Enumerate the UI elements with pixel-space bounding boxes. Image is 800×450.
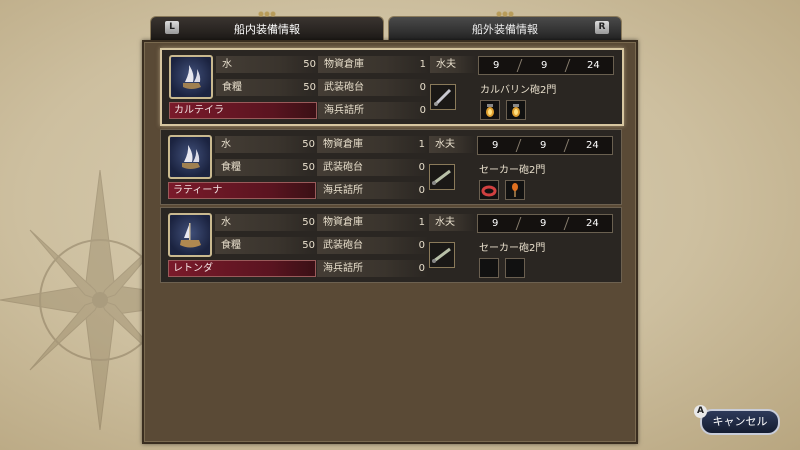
ship-card[interactable]: レトンダ 水 50 食糧 50 物資倉庫 1 武装砲台 0 海兵詰所 0 水夫 … (160, 207, 622, 283)
red-ring-icon[interactable] (479, 180, 499, 200)
ship-name: カルテイラ (169, 102, 317, 119)
sailors-max: 24 (587, 60, 600, 71)
food-value: 50 (303, 82, 316, 93)
storage-value: 1 (419, 59, 426, 70)
tab-outer-equipment[interactable]: 船外装備情報 R (388, 11, 622, 41)
empty-slot[interactable] (505, 258, 525, 278)
marines-label: 海兵詰所 (323, 185, 363, 196)
water-label: 水 (221, 139, 231, 150)
weapon-label: カルバリン砲2門 (480, 85, 557, 96)
sailors-max: 24 (586, 218, 599, 229)
storage-row: 物資倉庫 1 (318, 56, 430, 73)
l-button-icon: L (165, 21, 179, 34)
storage-label: 物資倉庫 (324, 59, 364, 70)
torch-icon[interactable] (505, 180, 525, 200)
armament-row: 武装砲台 0 (318, 79, 430, 96)
cancel-label: キャンセル (712, 415, 768, 428)
storage-row: 物資倉庫 1 (317, 214, 429, 231)
marines-row: 海兵詰所 0 (317, 260, 429, 277)
cannon-icon[interactable] (429, 164, 455, 190)
sailors-current: 9 (540, 218, 547, 229)
tab-ornament-icon (258, 11, 276, 17)
sailing-ship-icon (169, 55, 213, 99)
sailors-counts: 9 9 24 (478, 56, 614, 75)
r-button-icon: R (595, 21, 609, 34)
sailors-min: 9 (492, 218, 499, 229)
sailors-row: 水夫 (429, 136, 475, 153)
lantern-icon[interactable] (506, 100, 526, 120)
storage-value: 1 (418, 217, 425, 228)
armament-label: 武装砲台 (323, 162, 363, 173)
sailors-label: 水夫 (435, 217, 455, 228)
sailors-min: 9 (493, 60, 500, 71)
food-row: 食糧 50 (215, 237, 319, 254)
water-row: 水 50 (215, 136, 319, 153)
sailors-current: 9 (540, 140, 547, 151)
storage-value: 1 (418, 139, 425, 150)
cannon-icon[interactable] (430, 84, 456, 110)
sailors-counts: 9 9 24 (477, 214, 613, 233)
sailors-counts: 9 9 24 (477, 136, 613, 155)
marines-label: 海兵詰所 (323, 263, 363, 274)
food-value: 50 (302, 162, 315, 173)
tab-inner-label: 船内装備情報 (234, 23, 300, 36)
marines-row: 海兵詰所 0 (317, 182, 429, 199)
sailors-current: 9 (541, 60, 548, 71)
water-row: 水 50 (216, 56, 320, 73)
weapon-label: セーカー砲2門 (479, 243, 546, 254)
weapon-label: セーカー砲2門 (479, 165, 546, 176)
ship-name: レトンダ (168, 260, 316, 277)
food-label: 食糧 (221, 162, 241, 173)
ship-name: ラティーナ (168, 182, 316, 199)
armament-row: 武装砲台 0 (317, 159, 429, 176)
tab-ornament-icon (496, 11, 514, 17)
water-label: 水 (221, 217, 231, 228)
food-row: 食糧 50 (216, 79, 320, 96)
cannon-icon[interactable] (429, 242, 455, 268)
water-label: 水 (222, 59, 232, 70)
empty-slot[interactable] (479, 258, 499, 278)
food-label: 食糧 (221, 240, 241, 251)
lantern-icon[interactable] (480, 100, 500, 120)
ship-card[interactable]: カルテイラ 水 50 食糧 50 物資倉庫 1 武装砲台 0 海兵詰所 0 水夫… (160, 48, 624, 126)
water-value: 50 (302, 217, 315, 228)
armament-label: 武装砲台 (323, 240, 363, 251)
cancel-button[interactable]: キャンセル (700, 409, 780, 435)
food-value: 50 (302, 240, 315, 251)
sailors-row: 水夫 (430, 56, 476, 73)
marines-row: 海兵詰所 0 (318, 102, 430, 119)
food-row: 食糧 50 (215, 159, 319, 176)
food-label: 食糧 (222, 82, 242, 93)
sailing-ship-icon (168, 213, 212, 257)
sailing-ship-icon (168, 135, 212, 179)
armament-value: 0 (418, 240, 425, 251)
armament-value: 0 (419, 82, 426, 93)
storage-label: 物資倉庫 (323, 217, 363, 228)
marines-value: 0 (419, 105, 426, 116)
a-button-icon: A (694, 405, 707, 418)
water-row: 水 50 (215, 214, 319, 231)
sailors-label: 水夫 (435, 139, 455, 150)
marines-value: 0 (418, 185, 425, 196)
water-value: 50 (302, 139, 315, 150)
armament-value: 0 (418, 162, 425, 173)
water-value: 50 (303, 59, 316, 70)
storage-row: 物資倉庫 1 (317, 136, 429, 153)
ship-card[interactable]: ラティーナ 水 50 食糧 50 物資倉庫 1 武装砲台 0 海兵詰所 0 水夫… (160, 129, 622, 205)
sailors-row: 水夫 (429, 214, 475, 231)
sailors-min: 9 (492, 140, 499, 151)
marines-label: 海兵詰所 (324, 105, 364, 116)
marines-value: 0 (418, 263, 425, 274)
sailors-label: 水夫 (436, 59, 456, 70)
storage-label: 物資倉庫 (323, 139, 363, 150)
armament-row: 武装砲台 0 (317, 237, 429, 254)
tab-inner-equipment[interactable]: L 船内装備情報 (150, 11, 384, 41)
tab-outer-label: 船外装備情報 (472, 23, 538, 36)
sailors-max: 24 (586, 140, 599, 151)
armament-label: 武装砲台 (324, 82, 364, 93)
